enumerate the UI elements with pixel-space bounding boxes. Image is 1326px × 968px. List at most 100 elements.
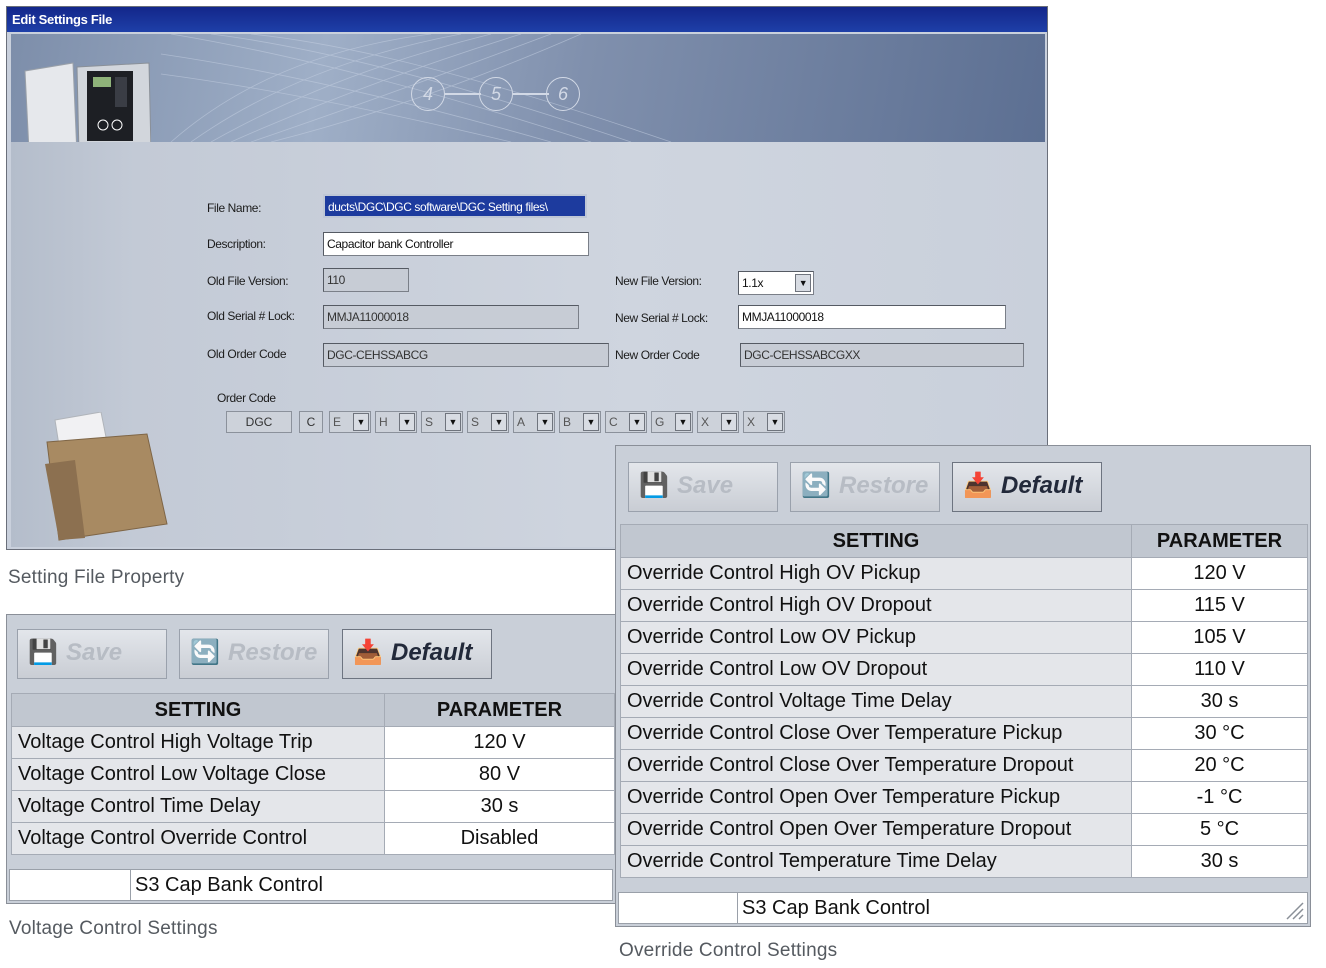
new-serial-field[interactable]: MMJA11000018: [738, 305, 1006, 329]
order-code-select[interactable]: A ▼: [513, 411, 555, 433]
default-icon: 📥: [963, 472, 993, 499]
setting-name-cell: Override Control High OV Dropout: [620, 589, 1132, 622]
table-row[interactable]: Override Control Close Over Temperature …: [620, 749, 1308, 782]
setting-name-cell: Override Control Close Over Temperature …: [620, 749, 1132, 782]
table-row[interactable]: Override Control Temperature Time Delay 3…: [620, 845, 1308, 878]
order-code-option-value: X: [701, 415, 710, 429]
order-code-label: Order Code: [217, 391, 276, 405]
dropdown-arrow-icon[interactable]: ▼: [795, 274, 811, 292]
dropdown-arrow-icon[interactable]: ▼: [767, 413, 783, 431]
default-button-label: Default: [1001, 472, 1083, 499]
table-row[interactable]: Override Control Low OV Pickup 105 V: [620, 621, 1308, 654]
default-button[interactable]: 📥 Default: [952, 462, 1102, 512]
old-order-code-field: DGC-CEHSSABCG: [323, 343, 609, 367]
dropdown-arrow-icon[interactable]: ▼: [583, 413, 599, 431]
table-row[interactable]: Override Control Close Over Temperature …: [620, 717, 1308, 750]
description-field[interactable]: Capacitor bank Controller: [323, 232, 589, 256]
order-code-select[interactable]: E ▼: [329, 411, 371, 433]
parameter-value-cell[interactable]: 115 V: [1131, 589, 1308, 622]
parameter-value-cell[interactable]: 120 V: [384, 726, 615, 759]
default-button[interactable]: 📥 Default: [342, 629, 492, 679]
order-code-select[interactable]: B ▼: [559, 411, 601, 433]
override-status-bar: S3 Cap Bank Control: [618, 892, 1308, 924]
old-order-code-label: Old Order Code: [207, 347, 287, 361]
step-connector: [445, 93, 481, 95]
parameter-value-cell[interactable]: 30 s: [1131, 845, 1308, 878]
parameter-value-cell[interactable]: 80 V: [384, 758, 615, 791]
dropdown-arrow-icon[interactable]: ▼: [445, 413, 461, 431]
parameter-value-cell[interactable]: -1 °C: [1131, 781, 1308, 814]
parameter-value-cell[interactable]: 105 V: [1131, 621, 1308, 654]
dropdown-arrow-icon[interactable]: ▼: [399, 413, 415, 431]
resize-grip-icon[interactable]: [1283, 899, 1305, 921]
setting-name-cell: Voltage Control High Voltage Trip: [11, 726, 385, 759]
column-header-parameter: PARAMETER: [1131, 524, 1308, 558]
order-code-option-value: G: [655, 415, 665, 429]
order-code-select[interactable]: X ▼: [697, 411, 739, 433]
table-row[interactable]: Override Control High OV Pickup 120 V: [620, 557, 1308, 590]
column-header-parameter: PARAMETER: [384, 693, 615, 727]
order-code-select[interactable]: G ▼: [651, 411, 693, 433]
description-label: Description:: [207, 237, 266, 251]
parameter-value-cell[interactable]: 30 °C: [1131, 717, 1308, 750]
setting-name-cell: Override Control Close Over Temperature …: [620, 717, 1132, 750]
order-code-select[interactable]: H ▼: [375, 411, 417, 433]
parameter-value-cell[interactable]: 120 V: [1131, 557, 1308, 590]
setting-name-cell: Override Control High OV Pickup: [620, 557, 1132, 590]
new-serial-label: New Serial # Lock:: [615, 311, 708, 325]
status-device-name: S3 Cap Bank Control: [130, 870, 605, 900]
parameter-value-cell[interactable]: 110 V: [1131, 653, 1308, 686]
dropdown-arrow-icon[interactable]: ▼: [629, 413, 645, 431]
order-code-option-value: S: [425, 415, 434, 429]
dropdown-arrow-icon[interactable]: ▼: [491, 413, 507, 431]
dropdown-arrow-icon[interactable]: ▼: [721, 413, 737, 431]
table-row[interactable]: Voltage Control High Voltage Trip 120 V: [11, 726, 615, 759]
file-name-field[interactable]: ducts\DGC\DGC software\DGC Setting files…: [323, 194, 587, 218]
order-code-select[interactable]: X ▼: [743, 411, 785, 433]
step-4-indicator: 4: [411, 77, 445, 111]
parameter-value-cell[interactable]: 5 °C: [1131, 813, 1308, 846]
table-row[interactable]: Voltage Control Override Control Disabled: [11, 822, 615, 855]
order-code-option-value: B: [563, 415, 572, 429]
default-icon: 📥: [353, 639, 383, 666]
restore-button-label: Restore: [839, 472, 929, 499]
dropdown-arrow-icon[interactable]: ▼: [537, 413, 553, 431]
order-code-option-value: H: [379, 415, 388, 429]
save-button[interactable]: 💾 Save: [628, 462, 778, 512]
restore-icon: 🔄: [190, 639, 220, 666]
default-button-label: Default: [391, 639, 473, 666]
table-row[interactable]: Override Control Open Over Temperature D…: [620, 813, 1308, 846]
table-row[interactable]: Voltage Control Time Delay 30 s: [11, 790, 615, 823]
setting-name-cell: Voltage Control Override Control: [11, 822, 385, 855]
dropdown-arrow-icon[interactable]: ▼: [353, 413, 369, 431]
table-row[interactable]: Override Control High OV Dropout 115 V: [620, 589, 1308, 622]
old-serial-label: Old Serial # Lock:: [207, 309, 295, 323]
setting-name-cell: Override Control Voltage Time Delay: [620, 685, 1132, 718]
order-code-fixed-c: C: [299, 411, 323, 433]
setting-name-cell: Override Control Low OV Dropout: [620, 653, 1132, 686]
window-title: Edit Settings File: [7, 7, 1047, 32]
parameter-value-cell[interactable]: 30 s: [1131, 685, 1308, 718]
new-file-version-select[interactable]: 1.1x ▼: [738, 271, 814, 295]
restore-button[interactable]: 🔄 Restore: [179, 629, 329, 679]
save-icon: 💾: [28, 639, 58, 666]
table-row[interactable]: Override Control Open Over Temperature P…: [620, 781, 1308, 814]
parameter-value-cell[interactable]: 20 °C: [1131, 749, 1308, 782]
order-code-select[interactable]: C ▼: [605, 411, 647, 433]
order-code-select[interactable]: S ▼: [467, 411, 509, 433]
order-code-option-value: S: [471, 415, 480, 429]
save-button[interactable]: 💾 Save: [17, 629, 167, 679]
table-row[interactable]: Override Control Low OV Dropout 110 V: [620, 653, 1308, 686]
order-code-select[interactable]: S ▼: [421, 411, 463, 433]
parameter-value-cell[interactable]: 30 s: [384, 790, 615, 823]
setting-name-cell: Voltage Control Time Delay: [11, 790, 385, 823]
setting-name-cell: Voltage Control Low Voltage Close: [11, 758, 385, 791]
restore-button[interactable]: 🔄 Restore: [790, 462, 940, 512]
parameter-value-cell[interactable]: Disabled: [384, 822, 615, 855]
table-row[interactable]: Voltage Control Low Voltage Close 80 V: [11, 758, 615, 791]
new-order-code-field: DGC-CEHSSABCGXX: [740, 343, 1024, 367]
caption-voltage-control: Voltage Control Settings: [9, 918, 218, 939]
table-row[interactable]: Override Control Voltage Time Delay 30 s: [620, 685, 1308, 718]
dropdown-arrow-icon[interactable]: ▼: [675, 413, 691, 431]
order-code-prefix: DGC: [226, 411, 292, 433]
